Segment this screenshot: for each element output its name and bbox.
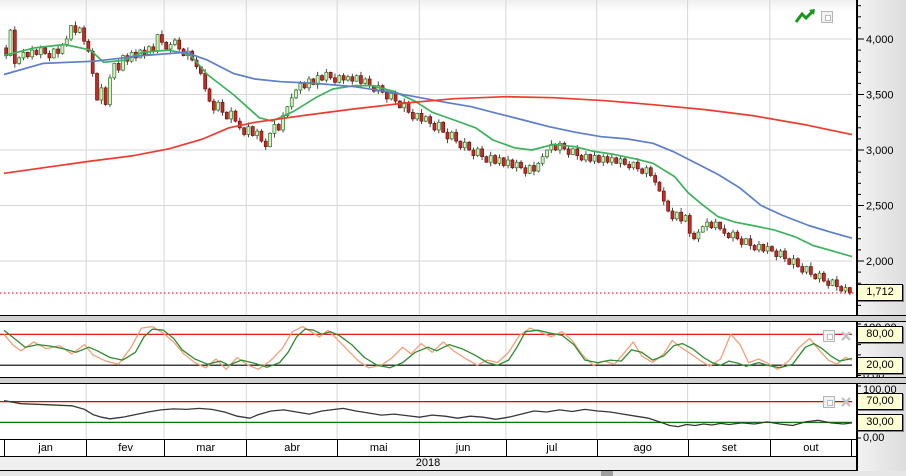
restore-window-icon[interactable]: [823, 396, 835, 408]
price-tick-label: 4,000: [866, 34, 894, 46]
panel-separator[interactable]: [0, 315, 906, 322]
restore-window-icon-inner: [825, 15, 831, 21]
stochastic-panel-toolbar: [823, 330, 852, 342]
rsi-threshold-label: 30,00: [857, 414, 903, 431]
close-icon[interactable]: [840, 396, 852, 408]
ma-fast-green: [4, 45, 852, 257]
month-cell-abr: abr: [246, 440, 337, 456]
time-axis[interactable]: janfevmarabrmaijunjulagosetout: [0, 439, 856, 457]
year-label: 2018: [416, 457, 440, 469]
ma-medium-blue: [4, 52, 852, 238]
restore-window-icon-inner: [827, 400, 833, 406]
restore-window-icon[interactable]: [823, 330, 835, 342]
month-cell-mai: mai: [337, 440, 419, 456]
rsi-bottom-label: 0,00: [863, 432, 884, 444]
month-cell-ago: ago: [597, 440, 688, 456]
price-tick-label: 2,500: [866, 201, 894, 213]
horizontal-scrollbar[interactable]: [0, 471, 906, 476]
rsi-panel-toolbar: [823, 396, 852, 408]
stochastic-threshold-label: 80,00: [857, 326, 903, 343]
candlestick-series: [5, 21, 852, 295]
month-cell-out: out: [770, 440, 852, 456]
chart-canvas[interactable]: 100,000,00100,000,004,0003,5003,0002,500…: [0, 0, 906, 476]
month-cell-jun: jun: [419, 440, 506, 456]
restore-window-icon-inner: [827, 334, 833, 340]
current-price-label: 1,712: [857, 284, 903, 301]
rsi-threshold-label: 70,00: [857, 393, 903, 410]
scrollbar-thumb[interactable]: [601, 471, 613, 476]
restore-window-icon[interactable]: [821, 11, 833, 23]
panel-separator[interactable]: [0, 377, 906, 384]
trading-chart-window: 100,000,00100,000,004,0003,5003,0002,500…: [0, 0, 906, 476]
year-axis: 2018: [0, 457, 856, 471]
close-icon[interactable]: [840, 330, 852, 342]
ma-slow-red: [4, 97, 852, 174]
stochastic-threshold-label: 20,00: [857, 357, 903, 374]
month-cell-set: set: [688, 440, 770, 456]
month-cell-jan: jan: [4, 440, 86, 456]
main-chart-toolbar: [794, 8, 833, 26]
month-cell-jul: jul: [506, 440, 597, 456]
price-tick-label: 2,000: [866, 256, 894, 268]
month-cell-fev: fev: [86, 440, 164, 456]
price-tick-label: 3,500: [866, 90, 894, 102]
trend-arrow-icon[interactable]: [794, 8, 816, 26]
price-tick-label: 3,000: [866, 145, 894, 157]
month-cell-mar: mar: [164, 440, 246, 456]
